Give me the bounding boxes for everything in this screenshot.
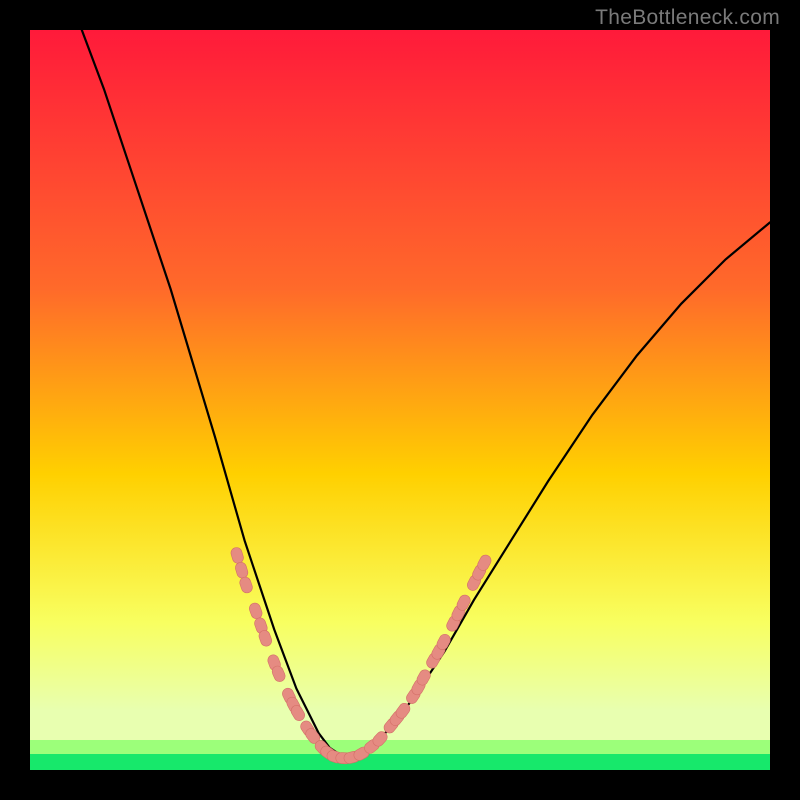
gradient-background <box>30 30 770 770</box>
green-band-light <box>30 740 770 754</box>
green-band <box>30 754 770 770</box>
watermark-text: TheBottleneck.com <box>595 6 780 30</box>
chart-frame <box>30 30 770 770</box>
bottleneck-chart <box>30 30 770 770</box>
